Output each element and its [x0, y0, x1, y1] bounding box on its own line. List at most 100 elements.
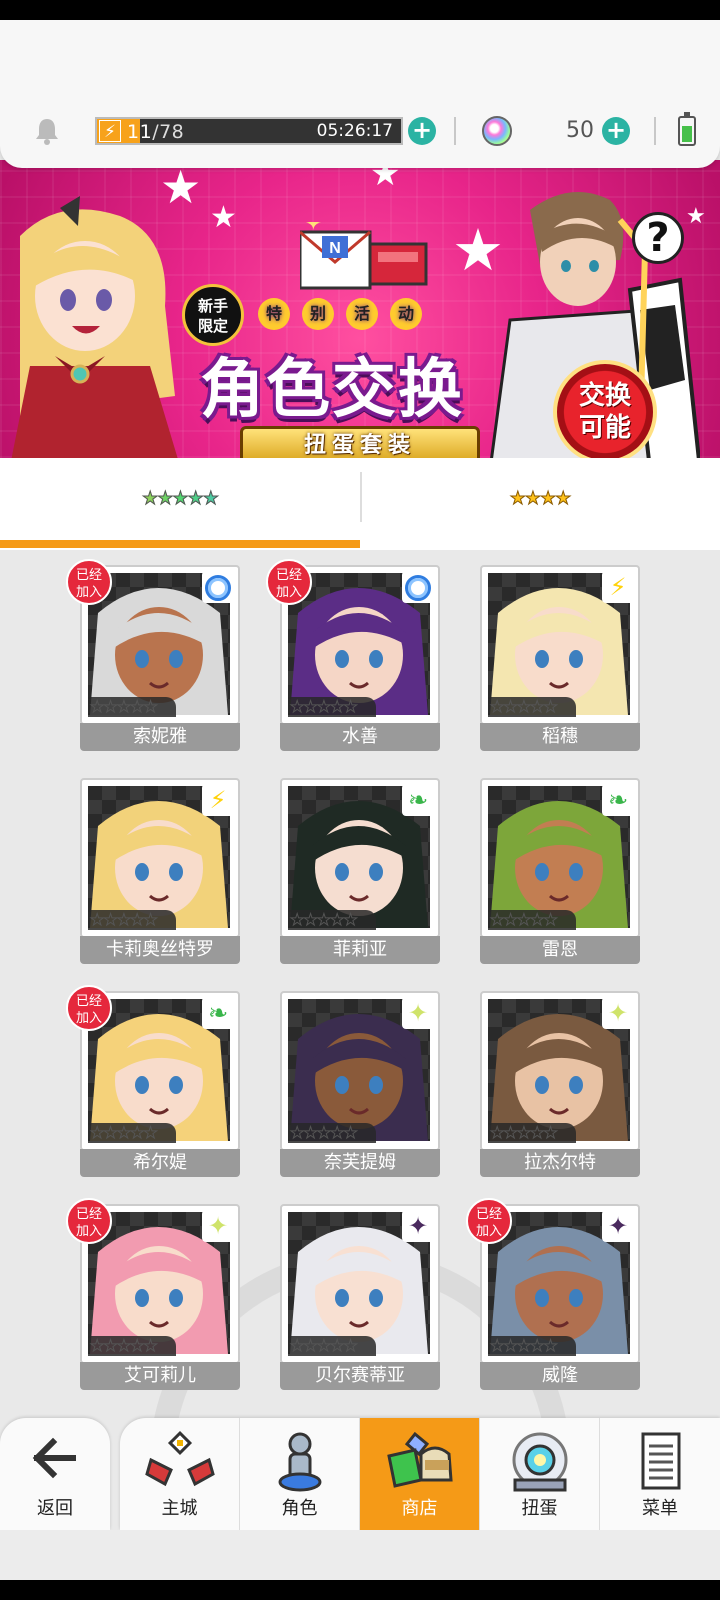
wind-element-icon: ❧: [202, 997, 234, 1029]
nav-item-gacha[interactable]: 扭蛋: [480, 1418, 600, 1530]
character-card[interactable]: ★★★★★ 索妮雅 已经 加入: [66, 559, 240, 751]
battery-icon: [678, 112, 696, 146]
joined-badge: 已经 加入: [266, 559, 312, 605]
five-star-rating: ★★★★★: [88, 697, 176, 717]
nav-label: 菜单: [642, 1498, 678, 1519]
character-name: 拉杰尔特: [480, 1149, 640, 1177]
gem-orb-icon: [482, 116, 512, 146]
nav-item-home[interactable]: 主城: [120, 1418, 240, 1530]
add-stamina-button[interactable]: +: [408, 117, 436, 145]
event-banner[interactable]: ★ ★ ★ ★ ★ N ✦ 新手 限定 特 别 活 动 角色交换 扭蛋套装 ? …: [0, 160, 720, 458]
character-name: 威隆: [480, 1362, 640, 1390]
tab-four-star[interactable]: ★★★★: [360, 458, 720, 550]
five-star-rating: ★★★★★: [488, 1336, 576, 1356]
five-star-rating: ★★★★★: [288, 1123, 376, 1143]
character-card[interactable]: ★★★★★ 水善 已经 加入: [266, 559, 440, 751]
character-card[interactable]: ★★★★★ 贝尔赛蒂亚 ✦: [280, 1204, 440, 1390]
nav-label: 扭蛋: [521, 1498, 558, 1519]
svg-text:N: N: [329, 240, 341, 257]
divider: [654, 117, 656, 145]
thunder-element-icon: ⚡: [202, 784, 234, 816]
character-name: 艾可莉儿: [80, 1362, 240, 1390]
svg-text:✦: ✦: [305, 222, 322, 235]
character-name: 索妮雅: [80, 723, 240, 751]
light-element-icon: ✦: [402, 997, 434, 1029]
nav-item-menu[interactable]: 菜单: [600, 1418, 720, 1530]
tab-five-star[interactable]: ★★★★★: [0, 458, 360, 550]
five-star-rating: ★★★★★: [288, 1336, 376, 1356]
stamina-gauge: ⚡ 11/78 05:26:17: [95, 117, 403, 145]
castle-icon: [144, 1430, 215, 1487]
exchange-available-stamp: 交换 可能: [553, 360, 657, 458]
character-name: 奈芙提姆: [280, 1149, 440, 1177]
character-name: 菲莉亚: [280, 936, 440, 964]
character-name: 贝尔赛蒂亚: [280, 1362, 440, 1390]
nav-label: 主城: [161, 1498, 198, 1519]
thunder-element-icon: ⚡: [602, 571, 634, 603]
rarity-tabs: ★★★★★ ★★★★: [0, 458, 720, 550]
shop-icon: [386, 1431, 453, 1488]
divider: [454, 117, 456, 145]
banner-ribbon: 扭蛋套装: [240, 426, 480, 458]
dark-element-icon: ✦: [602, 1210, 634, 1242]
character-name: 水善: [280, 723, 440, 751]
character-card[interactable]: ★★★★★ 拉杰尔特 ✦: [480, 991, 640, 1177]
character-card[interactable]: ★★★★★ 威隆 ✦ 已经 加入: [466, 1198, 640, 1390]
character-icon: [278, 1432, 321, 1492]
nav-label: 角色: [281, 1498, 318, 1519]
joined-badge: 已经 加入: [66, 559, 112, 605]
character-name: 雷恩: [480, 936, 640, 964]
light-element-icon: ✦: [602, 997, 634, 1029]
five-star-rating: ★★★★★: [488, 910, 576, 930]
lightning-icon: ⚡: [99, 120, 121, 142]
character-card[interactable]: ★★★★★ 雷恩 ❧: [480, 778, 640, 964]
gem-count: 50: [566, 118, 594, 143]
character-card[interactable]: ★★★★★ 菲莉亚 ❧: [280, 778, 440, 964]
five-star-rating: ★★★★★: [288, 697, 376, 717]
menu-list-icon: [641, 1432, 681, 1490]
light-element-icon: ✦: [202, 1210, 234, 1242]
nav-underlay: [0, 1530, 720, 1580]
character-grid: ★★★★★ 索妮雅 已经 加入 ★★★★★ 水善 已经 加入 ★★★★★ 稻穗 ⚡ ★★★★★ 卡莉奥丝…: [0, 550, 720, 1580]
joined-badge: 已经 加入: [66, 1198, 112, 1244]
ticket-mail-icon: N ✦: [300, 222, 428, 290]
wind-element-icon: ❧: [602, 784, 634, 816]
gacha-icon: [512, 1432, 567, 1492]
five-star-rating: ★★★★★: [88, 1336, 176, 1356]
help-button[interactable]: ?: [632, 212, 684, 264]
character-name: 稻穗: [480, 723, 640, 751]
five-star-rating: ★★★★★: [288, 910, 376, 930]
character-card[interactable]: ★★★★★ 奈芙提姆 ✦: [280, 991, 440, 1177]
four-star-rating: ★★★★: [509, 488, 572, 510]
five-star-rating: ★★★★★: [88, 1123, 176, 1143]
character-card[interactable]: ★★★★★ 卡莉奥丝特罗 ⚡: [80, 778, 240, 964]
special-event-label: 特别活动: [258, 298, 434, 330]
beginner-limited-badge: 新手 限定: [182, 284, 244, 346]
joined-badge: 已经 加入: [66, 985, 112, 1031]
notification-bell-icon[interactable]: [32, 116, 62, 146]
character-card[interactable]: ★★★★★ 艾可莉儿 ✦ 已经 加入: [66, 1198, 240, 1390]
wind-element-icon: ❧: [402, 784, 434, 816]
character-name: 希尔媞: [80, 1149, 240, 1177]
banner-title: 角色交换: [200, 353, 464, 427]
water-element-icon: [202, 571, 234, 603]
add-gems-button[interactable]: +: [602, 117, 630, 145]
nav-item-shop[interactable]: 商店: [360, 1418, 480, 1530]
nav-bar: 主城 角色 商店 扭蛋 菜单: [120, 1418, 720, 1530]
five-star-rating: ★★★★★: [488, 1123, 576, 1143]
five-star-rating: ★★★★★: [88, 910, 176, 930]
five-star-rating: ★★★★★: [0, 488, 360, 510]
nav-item-characters[interactable]: 角色: [240, 1418, 360, 1530]
five-star-rating: ★★★★★: [488, 697, 576, 717]
water-element-icon: [402, 571, 434, 603]
arrow-left-icon: [32, 1437, 76, 1479]
character-name: 卡莉奥丝特罗: [80, 936, 240, 964]
stamina-timer: 05:26:17: [316, 121, 393, 141]
back-button[interactable]: 返回: [0, 1418, 110, 1530]
character-card[interactable]: ★★★★★ 稻穗 ⚡: [480, 565, 640, 751]
character-card[interactable]: ★★★★★ 希尔媞 ❧ 已经 加入: [66, 985, 240, 1177]
banner-subtitle: 扭蛋套装: [303, 433, 416, 458]
app-screen: ⚡ 11/78 05:26:17 + 50 + ★ ★ ★ ★ ★ N ✦ 新手…: [0, 20, 720, 1580]
back-label: 返回: [37, 1498, 73, 1519]
active-tab-indicator: [0, 540, 360, 548]
